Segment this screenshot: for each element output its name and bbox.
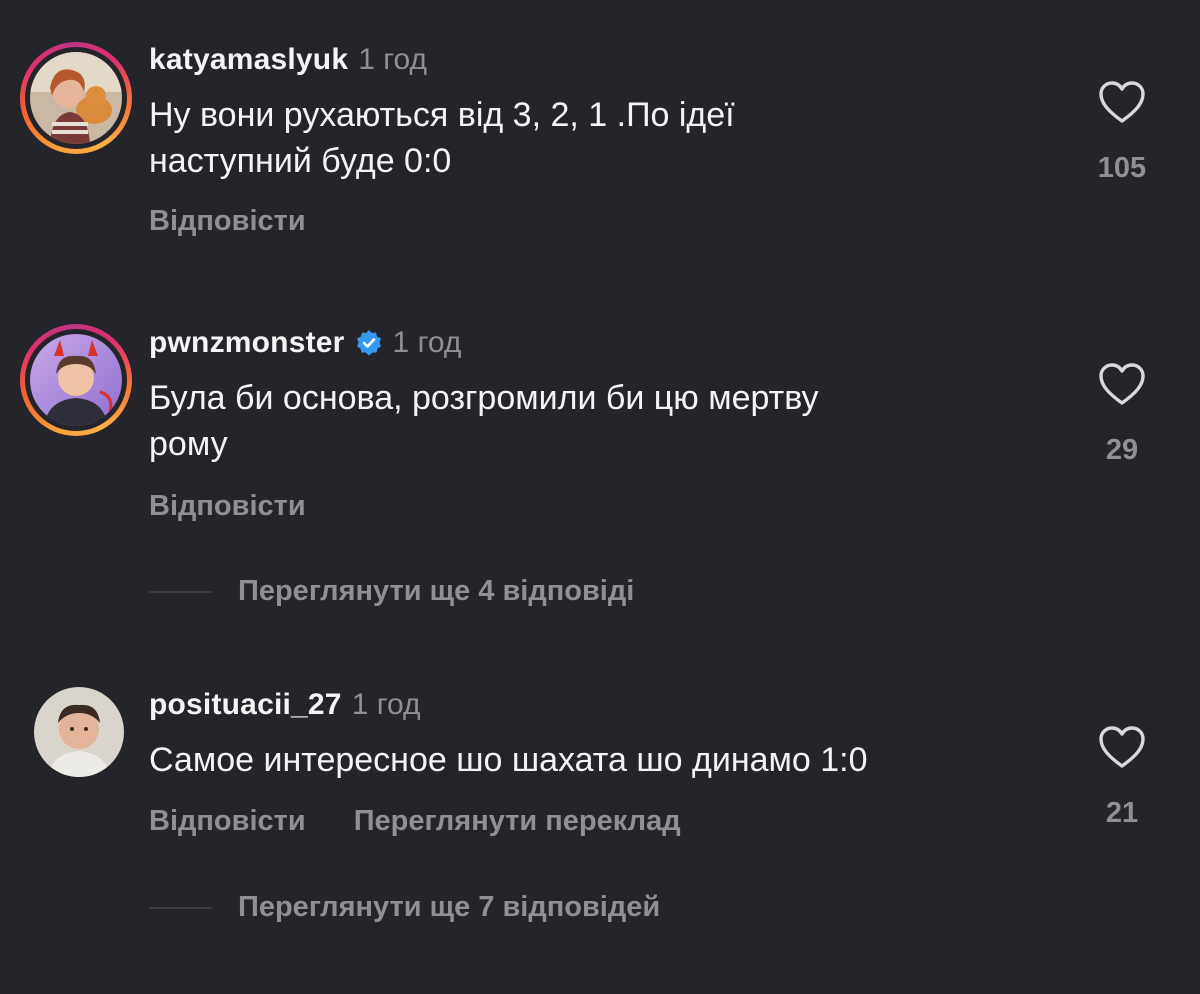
username[interactable]: posituacii_27 <box>149 688 342 722</box>
comment-text-line: рому <box>149 425 228 463</box>
view-more-replies[interactable]: Переглянути ще 7 відповідей <box>149 891 660 924</box>
comment-text-line: Ну вони рухаються від 3, 2, 1 .По ідеї <box>149 96 735 134</box>
see-translation-button[interactable]: Переглянути переклад <box>354 805 681 838</box>
avatar-devil-horns-guy-image <box>30 334 122 426</box>
heart-outline-icon[interactable] <box>1098 80 1146 124</box>
reply-button[interactable]: Відповісти <box>149 490 306 523</box>
avatar-woman-with-cat-image <box>30 52 122 144</box>
reply-button[interactable]: Відповісти <box>149 805 306 838</box>
comment-text: Самое интересное шо шахата шо динамо 1:0 <box>149 737 1029 783</box>
avatar <box>30 52 122 144</box>
view-more-replies-label[interactable]: Переглянути ще 4 відповіді <box>238 575 634 608</box>
avatar[interactable] <box>34 687 124 777</box>
comment-time: 1 год <box>358 43 428 76</box>
like-count: 105 <box>1097 152 1147 184</box>
avatar <box>30 334 122 426</box>
comment-text-line: Самое интересное шо шахата шо динамо 1:0 <box>149 741 868 779</box>
comment-time: 1 год <box>351 688 421 721</box>
comment-text-line: наступний буде 0:0 <box>149 142 452 180</box>
replies-divider <box>149 590 212 593</box>
comment-text: Була би основа, розгромили би цю мертву … <box>149 375 1029 467</box>
heart-outline-icon[interactable] <box>1098 725 1146 769</box>
comments-panel: katyamaslyuk 1 год Ну вони рухаються від… <box>0 0 1200 994</box>
comment-text-line: Була би основа, розгромили би цю мертву <box>149 379 819 417</box>
reply-button[interactable]: Відповісти <box>149 205 306 238</box>
heart-outline-icon[interactable] <box>1098 362 1146 406</box>
replies-divider <box>149 906 212 909</box>
view-more-replies-label[interactable]: Переглянути ще 7 відповідей <box>238 891 660 924</box>
avatar-story-ring[interactable] <box>20 42 132 154</box>
comment-time: 1 год <box>392 326 462 359</box>
comment-text: Ну вони рухаються від 3, 2, 1 .По ідеї н… <box>149 92 1029 184</box>
like-count: 21 <box>1105 797 1139 829</box>
verified-badge-icon <box>355 329 383 357</box>
avatar-story-ring[interactable] <box>20 324 132 436</box>
view-more-replies[interactable]: Переглянути ще 4 відповіді <box>149 575 634 608</box>
username[interactable]: katyamaslyuk <box>149 43 348 77</box>
avatar-young-man-image <box>34 687 124 777</box>
like-count: 29 <box>1105 434 1139 466</box>
username[interactable]: pwnzmonster <box>149 326 345 360</box>
